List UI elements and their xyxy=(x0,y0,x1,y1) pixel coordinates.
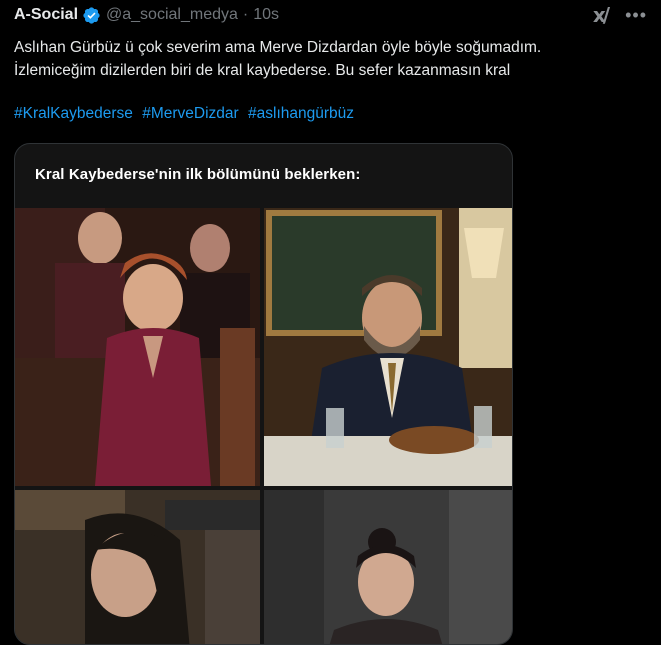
author-handle[interactable]: @a_social_medya xyxy=(106,6,238,24)
tweet-body: Aslıhan Gürbüz ü çok severim ama Merve D… xyxy=(14,36,650,82)
tweet-text-line-1: Aslıhan Gürbüz ü çok severim ama Merve D… xyxy=(14,39,542,56)
tweet-text-line-2: İzlemiceğim dizilerden biri de kral kayb… xyxy=(14,62,511,79)
photo-man-suit-dining[interactable] xyxy=(264,208,512,486)
author-name[interactable]: A-Social xyxy=(14,6,78,24)
photo-man-suit-illustration xyxy=(264,208,512,486)
tweet-header: A-Social @a_social_medya · 10s x/ ••• xyxy=(14,2,647,28)
grok-icon[interactable]: x/ xyxy=(593,3,610,27)
tweet-timestamp[interactable]: 10s xyxy=(253,6,279,24)
media-caption: Kral Kaybederse'nin ilk bölümünü beklerk… xyxy=(35,166,361,183)
hashtag-link[interactable]: #MerveDizdar xyxy=(142,105,238,122)
header-actions: x/ ••• xyxy=(593,3,647,27)
more-options-icon[interactable]: ••• xyxy=(625,5,647,26)
photo-woman-burgundy-illustration xyxy=(15,208,260,486)
hashtag-link[interactable]: #KralKaybederse xyxy=(14,105,133,122)
hashtag-list: #KralKaybederse #MerveDizdar #aslıhangür… xyxy=(14,102,359,125)
hashtag-link[interactable]: #aslıhangürbüz xyxy=(248,105,354,122)
separator-dot: · xyxy=(242,6,249,23)
verified-badge-icon[interactable] xyxy=(82,6,101,25)
photo-woman-burgundy-suit[interactable] xyxy=(15,208,260,486)
media-card[interactable]: Kral Kaybederse'nin ilk bölümünü beklerk… xyxy=(14,143,513,645)
